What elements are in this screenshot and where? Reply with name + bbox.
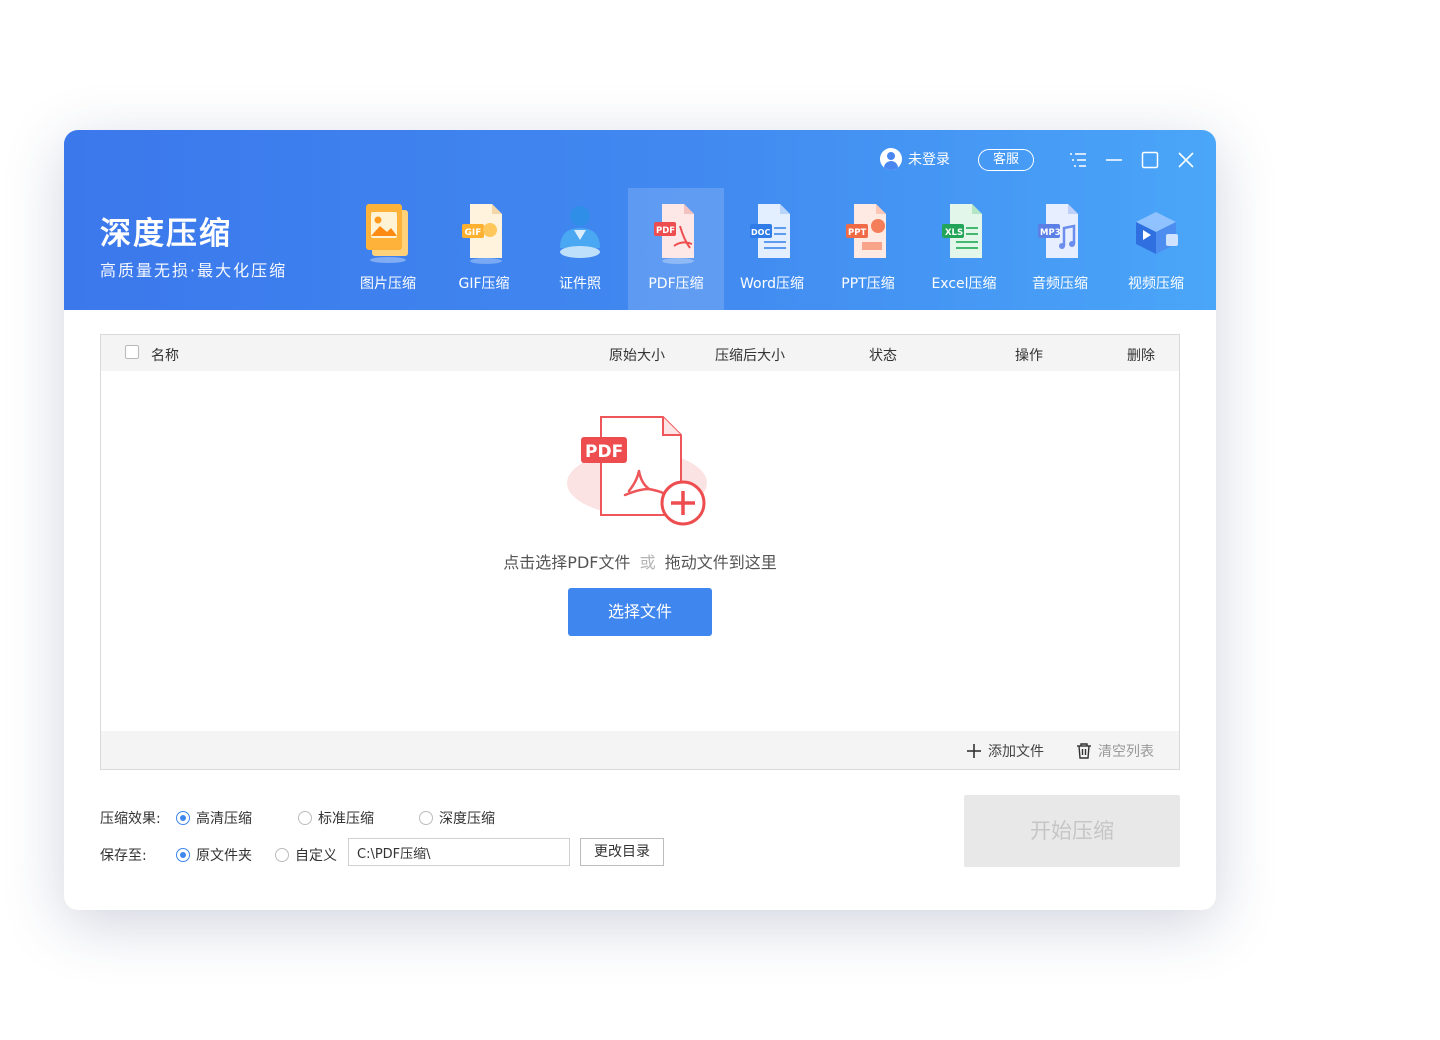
table-footer: 添加文件 清空列表 bbox=[101, 731, 1179, 769]
drop-hint-drag: 拖动文件到这里 bbox=[664, 553, 777, 572]
tool-ppt-compress[interactable]: PPT PPT压缩 bbox=[820, 188, 916, 310]
close-icon[interactable] bbox=[1175, 149, 1197, 171]
app-window: 深度压缩 高质量无损·最大化压缩 未登录 客服 图片压缩 GIF GIF压缩 证… bbox=[64, 130, 1216, 910]
minimize-icon[interactable] bbox=[1103, 149, 1125, 171]
svg-text:GIF: GIF bbox=[465, 228, 482, 238]
app-title: 深度压缩 bbox=[100, 216, 232, 252]
tool-label: 音频压缩 bbox=[1032, 276, 1088, 292]
change-directory-button[interactable]: 更改目录 bbox=[580, 838, 664, 866]
tool-label: 证件照 bbox=[559, 276, 601, 292]
select-file-button[interactable]: 选择文件 bbox=[568, 588, 712, 636]
radio-original-folder[interactable]: 原文件夹 bbox=[176, 845, 252, 865]
column-original-size: 原始大小 bbox=[609, 348, 665, 364]
tool-id-photo[interactable]: 证件照 bbox=[532, 188, 628, 310]
gif-file-icon: GIF bbox=[462, 204, 502, 264]
pdf-upload-illustration[interactable]: PDF bbox=[567, 415, 715, 527]
table-header: 名称 原始大小 压缩后大小 状态 操作 删除 bbox=[101, 335, 1179, 371]
radio-label: 原文件夹 bbox=[196, 848, 252, 864]
svg-text:PDF: PDF bbox=[656, 226, 675, 236]
user-avatar-icon bbox=[880, 148, 902, 170]
mp3-file-icon: MP3 bbox=[1038, 204, 1078, 258]
tool-excel-compress[interactable]: XLS Excel压缩 bbox=[916, 188, 1012, 310]
column-action: 操作 bbox=[1015, 348, 1043, 364]
tool-label: Excel压缩 bbox=[931, 276, 997, 292]
pdf-file-icon: PDF bbox=[654, 204, 694, 264]
id-photo-icon bbox=[560, 206, 600, 258]
clear-list-button[interactable]: 清空列表 bbox=[1075, 741, 1154, 761]
tool-word-compress[interactable]: DOC Word压缩 bbox=[724, 188, 820, 310]
video-file-icon bbox=[1136, 212, 1178, 254]
clear-list-label: 清空列表 bbox=[1098, 744, 1154, 760]
radio-dot bbox=[275, 848, 289, 862]
file-table: 名称 原始大小 压缩后大小 状态 操作 删除 PDF 点击选择PDF文件 或 拖… bbox=[100, 334, 1180, 770]
tool-video-compress[interactable]: 视频压缩 bbox=[1108, 188, 1204, 310]
add-file-button[interactable]: 添加文件 bbox=[965, 741, 1044, 761]
xls-file-icon: XLS bbox=[942, 204, 982, 258]
app-subtitle: 高质量无损·最大化压缩 bbox=[100, 261, 288, 280]
column-compressed-size: 压缩后大小 bbox=[715, 348, 785, 364]
drop-hint: 点击选择PDF文件 或 拖动文件到这里 bbox=[101, 549, 1179, 573]
column-delete: 删除 bbox=[1127, 348, 1155, 364]
svg-text:XLS: XLS bbox=[945, 228, 963, 238]
save-path-input[interactable] bbox=[348, 838, 570, 866]
tool-audio-compress[interactable]: MP3 音频压缩 bbox=[1012, 188, 1108, 310]
tool-gif-compress[interactable]: GIF GIF压缩 bbox=[436, 188, 532, 310]
image-file-icon bbox=[366, 204, 408, 263]
plus-icon bbox=[967, 744, 981, 758]
add-file-label: 添加文件 bbox=[988, 744, 1044, 760]
pdf-badge: PDF bbox=[585, 442, 623, 462]
login-label: 未登录 bbox=[908, 152, 950, 168]
save-to-label: 保存至: bbox=[100, 848, 147, 864]
tool-pdf-compress[interactable]: PDF PDF压缩 bbox=[628, 188, 724, 310]
tool-label: PPT压缩 bbox=[841, 276, 895, 292]
drop-hint-main[interactable]: 点击选择PDF文件 bbox=[503, 553, 630, 572]
radio-label: 自定义 bbox=[295, 848, 337, 864]
svg-text:MP3: MP3 bbox=[1040, 228, 1061, 238]
tool-label: GIF压缩 bbox=[458, 276, 510, 292]
save-to-row: 保存至: 原文件夹 自定义 更改目录 bbox=[100, 802, 700, 872]
tool-label: 视频压缩 bbox=[1128, 276, 1184, 292]
svg-text:PPT: PPT bbox=[848, 228, 866, 238]
customer-service-button[interactable]: 客服 bbox=[978, 149, 1034, 171]
radio-custom-folder[interactable]: 自定义 bbox=[275, 845, 337, 865]
start-compress-button[interactable]: 开始压缩 bbox=[964, 795, 1180, 867]
trash-icon bbox=[1077, 743, 1091, 759]
column-status: 状态 bbox=[869, 348, 897, 364]
radio-dot bbox=[176, 848, 190, 862]
tool-image-compress[interactable]: 图片压缩 bbox=[340, 188, 436, 310]
tool-label: PDF压缩 bbox=[648, 276, 704, 292]
login-button[interactable]: 未登录 bbox=[880, 148, 950, 170]
doc-file-icon: DOC bbox=[750, 204, 790, 258]
tool-label: 图片压缩 bbox=[360, 276, 416, 292]
ppt-file-icon: PPT bbox=[846, 204, 886, 258]
select-all-checkbox[interactable] bbox=[125, 345, 139, 359]
header: 深度压缩 高质量无损·最大化压缩 未登录 客服 图片压缩 GIF GIF压缩 证… bbox=[64, 130, 1216, 310]
menu-icon[interactable] bbox=[1067, 149, 1089, 171]
svg-text:DOC: DOC bbox=[751, 228, 770, 237]
maximize-icon[interactable] bbox=[1139, 149, 1161, 171]
drop-hint-or: 或 bbox=[639, 553, 656, 572]
column-name: 名称 bbox=[151, 348, 179, 364]
tool-label: Word压缩 bbox=[740, 276, 804, 292]
